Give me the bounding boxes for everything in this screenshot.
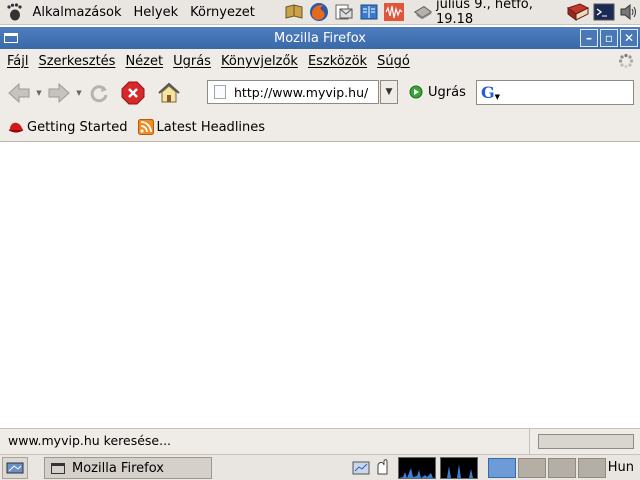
throbber-icon (618, 53, 634, 69)
bookmark-label: Latest Headlines (156, 119, 266, 135)
menu-go[interactable]: Ugrás (168, 54, 216, 69)
go-icon (409, 85, 423, 99)
reload-icon (90, 85, 108, 103)
bookmark-latest-headlines[interactable]: Latest Headlines (137, 119, 266, 135)
applet-group (352, 457, 478, 479)
workspace-2[interactable] (518, 458, 546, 478)
bookmarks-toolbar: Getting Started Latest Headlines (0, 113, 640, 142)
bookmark-getting-started[interactable]: Getting Started (8, 119, 128, 135)
window-controls: – ▫ ✕ (580, 29, 638, 47)
notification-tray (566, 2, 640, 22)
back-history-dropdown[interactable]: ▼ (34, 78, 44, 108)
firefox-icon[interactable] (308, 1, 330, 23)
sound-recorder-icon[interactable] (383, 1, 405, 23)
go-label: Ugrás (428, 84, 466, 100)
clock-icon (413, 5, 432, 20)
stop-icon (121, 81, 145, 105)
window-title: Mozilla Firefox (274, 30, 366, 46)
back-button[interactable] (4, 78, 34, 108)
window-icon (51, 462, 65, 474)
places-menu[interactable]: Helyek (128, 5, 185, 20)
bookmark-label: Getting Started (27, 119, 128, 135)
cpu-monitor[interactable] (398, 457, 436, 479)
search-engine-letter: G (481, 83, 495, 102)
gnome-foot-icon[interactable] (6, 3, 22, 21)
forward-arrow-icon (48, 82, 70, 104)
workspace-1[interactable] (488, 458, 516, 478)
red-hat-icon (8, 122, 24, 133)
home-icon (158, 82, 180, 103)
workspace-4[interactable] (578, 458, 606, 478)
clock-applet[interactable]: július 9., hétfő, 19.18 (413, 0, 562, 27)
page-content[interactable] (0, 143, 640, 428)
taskbar-firefox[interactable]: Mozilla Firefox (44, 457, 212, 479)
forward-history-dropdown[interactable]: ▼ (74, 78, 84, 108)
menu-tools[interactable]: Eszközök (303, 54, 372, 69)
status-bar: www.myvip.hu keresése... (0, 428, 640, 455)
search-engine-icon[interactable]: G ▼ (481, 83, 503, 103)
system-menu[interactable]: Környezet (184, 5, 261, 20)
keyboard-layout[interactable]: Hun (608, 460, 634, 475)
bottom-panel: Mozilla Firefox Hun (0, 454, 640, 480)
status-text: www.myvip.hu keresése... (0, 428, 530, 455)
menu-bookmarks[interactable]: Könyvjelzők (216, 54, 303, 69)
minimize-button[interactable]: – (580, 29, 598, 47)
launcher-group (283, 1, 405, 23)
rss-feed-icon (137, 119, 154, 135)
show-desktop-button[interactable] (2, 456, 28, 479)
url-bar[interactable]: http://www.myvip.hu/ (207, 80, 379, 104)
go-button[interactable]: Ugrás (409, 82, 466, 102)
back-arrow-icon (8, 82, 30, 104)
search-bar: G ▼ (476, 80, 634, 105)
system-monitor-icon[interactable] (352, 459, 370, 477)
menu-edit[interactable]: Szerkesztés (33, 54, 120, 69)
home-button[interactable] (154, 78, 184, 108)
book-icon[interactable] (566, 2, 590, 22)
dictionary-icon[interactable] (358, 1, 380, 23)
memory-monitor[interactable] (440, 457, 478, 479)
applications-menu[interactable]: Alkalmazások (26, 5, 127, 20)
close-button[interactable]: ✕ (620, 29, 638, 47)
navigation-toolbar: ▼ ▼ http://www.myvip.hu/ ▼ Ugrás G ▼ (0, 73, 640, 113)
window-titlebar[interactable]: Mozilla Firefox – ▫ ✕ (0, 27, 640, 49)
url-text[interactable]: http://www.myvip.hu/ (234, 85, 368, 100)
menu-view[interactable]: Nézet (120, 54, 168, 69)
maximize-button[interactable]: ▫ (600, 29, 618, 47)
task-label: Mozilla Firefox (72, 460, 164, 476)
top-panel: Alkalmazások Helyek Környezet július 9.,… (0, 0, 640, 27)
page-icon (214, 85, 226, 99)
terminal-icon[interactable] (593, 2, 615, 22)
mail-icon[interactable] (333, 1, 355, 23)
stop-button[interactable] (118, 78, 148, 108)
menu-help[interactable]: Súgó (372, 54, 415, 69)
keyboard-indicator-icon[interactable] (374, 458, 394, 478)
clock-text: július 9., hétfő, 19.18 (435, 0, 533, 27)
help-browser-icon[interactable] (283, 1, 305, 23)
reload-button[interactable] (84, 78, 114, 108)
search-input[interactable] (503, 82, 623, 103)
workspace-3[interactable] (548, 458, 576, 478)
volume-icon[interactable] (618, 2, 640, 22)
workspace-switcher (488, 458, 606, 478)
menubar: Fájl Szerkesztés Nézet Ugrás Könyvjelzők… (0, 49, 640, 73)
url-history-dropdown[interactable]: ▼ (380, 80, 398, 104)
progress-bar (538, 434, 634, 449)
menu-file[interactable]: Fájl (2, 54, 33, 69)
desktop-icon (6, 462, 24, 473)
forward-button[interactable] (44, 78, 74, 108)
